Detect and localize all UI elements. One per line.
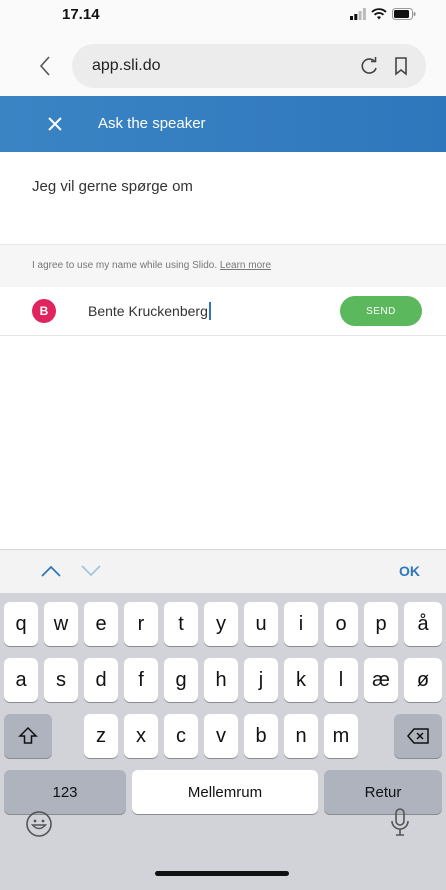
status-bar: 17.14: [0, 0, 446, 34]
divider: [0, 335, 446, 336]
browser-bar: app.sli.do: [0, 34, 446, 96]
key-y[interactable]: y: [204, 602, 238, 646]
home-indicator: [155, 871, 289, 876]
status-time: 17.14: [62, 6, 100, 23]
key-d[interactable]: d: [84, 658, 118, 702]
key-c[interactable]: c: [164, 714, 198, 758]
signal-icon: [350, 8, 366, 20]
consent-label: I agree to use my name while using Slido…: [32, 260, 220, 271]
key-f[interactable]: f: [124, 658, 158, 702]
name-value: Bente Kruckenberg: [88, 303, 208, 319]
key-k[interactable]: k: [284, 658, 318, 702]
space-key[interactable]: Mellemrum: [132, 770, 318, 814]
key-b[interactable]: b: [244, 714, 278, 758]
avatar: B: [32, 299, 56, 323]
consent-text: I agree to use my name while using Slido…: [32, 260, 271, 271]
key-j[interactable]: j: [244, 658, 278, 702]
wifi-icon: [371, 8, 387, 20]
key-ae[interactable]: æ: [364, 658, 398, 702]
chevron-down-icon[interactable]: [80, 563, 102, 579]
battery-icon: [392, 8, 416, 20]
key-v[interactable]: v: [204, 714, 238, 758]
shift-icon: [18, 726, 38, 744]
address-bar[interactable]: app.sli.do: [72, 44, 426, 88]
ask-header: Ask the speaker: [0, 96, 446, 152]
text-caret: [208, 302, 211, 320]
ok-button[interactable]: OK: [399, 563, 420, 579]
key-l[interactable]: l: [324, 658, 358, 702]
backspace-icon: [407, 728, 429, 744]
key-aa[interactable]: å: [404, 602, 442, 646]
name-input[interactable]: Bente Kruckenberg: [88, 302, 211, 320]
key-i[interactable]: i: [284, 602, 318, 646]
learn-more-link[interactable]: Learn more: [220, 260, 271, 271]
status-icons: [350, 7, 416, 21]
page-title: Ask the speaker: [98, 115, 206, 132]
key-m[interactable]: m: [324, 714, 358, 758]
key-h[interactable]: h: [204, 658, 238, 702]
key-z[interactable]: z: [84, 714, 118, 758]
key-a[interactable]: a: [4, 658, 38, 702]
close-icon[interactable]: [44, 113, 66, 135]
return-key[interactable]: Retur: [324, 770, 442, 814]
back-button[interactable]: [34, 52, 56, 80]
emoji-icon[interactable]: [24, 809, 54, 839]
keyboard: q w e r t y u i o p å a s d f g h j k l …: [0, 593, 446, 890]
key-g[interactable]: g: [164, 658, 198, 702]
name-row: B Bente Kruckenberg SEND: [0, 287, 446, 335]
numbers-key[interactable]: 123: [4, 770, 126, 814]
key-s[interactable]: s: [44, 658, 78, 702]
key-p[interactable]: p: [364, 602, 398, 646]
key-r[interactable]: r: [124, 602, 158, 646]
key-w[interactable]: w: [44, 602, 78, 646]
send-button[interactable]: SEND: [340, 296, 422, 326]
key-o[interactable]: o: [324, 602, 358, 646]
key-u[interactable]: u: [244, 602, 278, 646]
key-q[interactable]: q: [4, 602, 38, 646]
microphone-icon[interactable]: [390, 807, 410, 839]
reload-icon[interactable]: [358, 55, 380, 77]
question-input[interactable]: Jeg vil gerne spørge om: [0, 152, 446, 244]
url-text: app.sli.do: [92, 57, 161, 74]
key-t[interactable]: t: [164, 602, 198, 646]
keyboard-toolbar: OK: [0, 549, 446, 593]
backspace-key[interactable]: [394, 714, 442, 758]
chevron-up-icon[interactable]: [40, 563, 62, 579]
key-x[interactable]: x: [124, 714, 158, 758]
question-text: Jeg vil gerne spørge om: [32, 178, 193, 195]
shift-key[interactable]: [4, 714, 52, 758]
chevron-left-icon: [39, 56, 50, 76]
key-oe[interactable]: ø: [404, 658, 442, 702]
bookmark-icon[interactable]: [390, 55, 412, 77]
key-n[interactable]: n: [284, 714, 318, 758]
key-e[interactable]: e: [84, 602, 118, 646]
name-consent: I agree to use my name while using Slido…: [0, 245, 446, 287]
